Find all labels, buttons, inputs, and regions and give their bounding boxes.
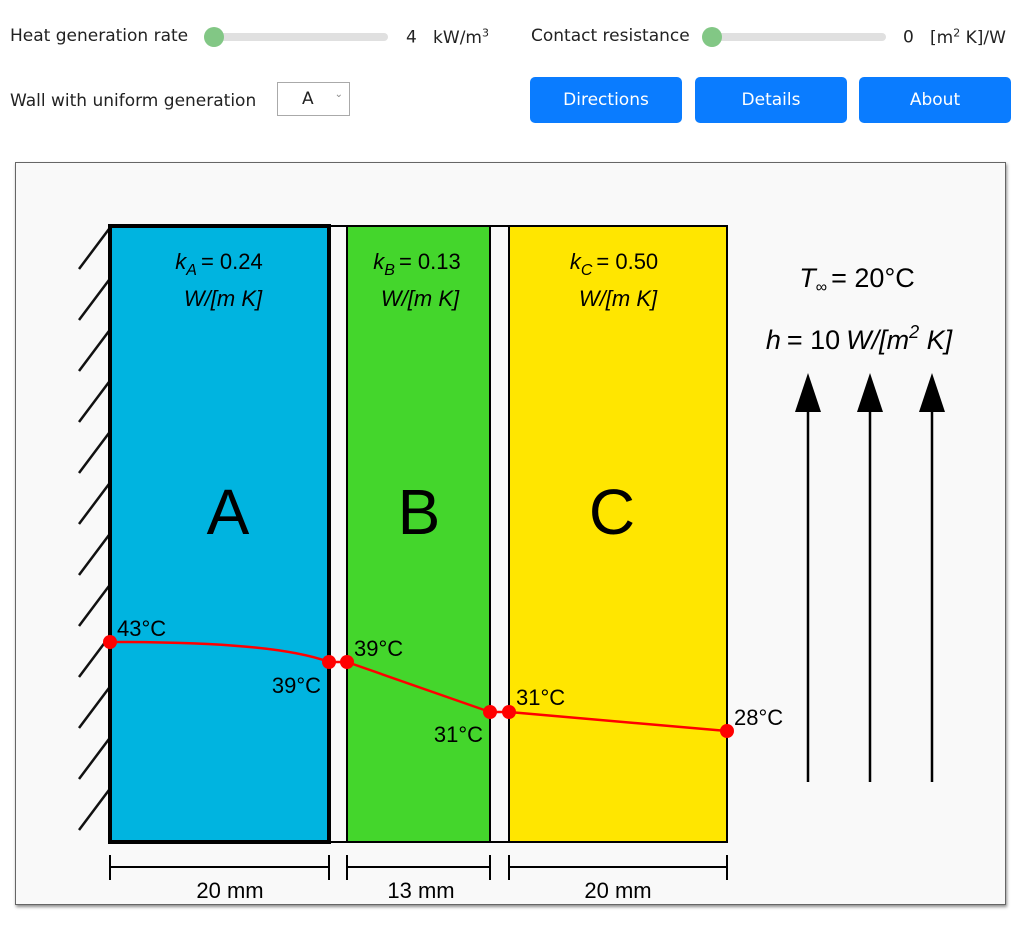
directions-button[interactable]: Directions (530, 77, 682, 123)
temp-label-c-right: 28°C (734, 705, 783, 730)
hatch-mark (78, 738, 110, 780)
contact-resistance-slider[interactable] (702, 27, 886, 47)
hatch-mark (78, 483, 110, 525)
heat-generation-unit: kW/m3 (433, 26, 489, 48)
temp-point-c-left (502, 705, 516, 719)
contact-resistance-value: 0 [m2 K]/W (903, 26, 1006, 48)
wall-b-letter: B (398, 476, 441, 548)
contact-resistance-label: Contact resistance (531, 26, 690, 46)
contact-resistance-slider-thumb[interactable] (702, 27, 722, 47)
heat-generation-value: 4 kW/m3 (406, 26, 489, 48)
unit-sup: 3 (482, 26, 489, 39)
hatch-mark (78, 687, 110, 729)
temp-point-c-right (720, 724, 734, 738)
hatch-mark (78, 534, 110, 576)
dimension-lines (109, 855, 728, 880)
wall-diagram: kA = 0.24 W/[m K] kB = 0.13 W/[m K] kC = 0.… (78, 224, 954, 903)
hatch-mark (78, 789, 110, 831)
contact-resistance-unit: [m2 K]/W (930, 26, 1006, 48)
hatch-mark (78, 228, 110, 270)
details-button[interactable]: Details (695, 77, 847, 123)
thickness-b: 13 mm (387, 878, 454, 903)
wall-a-letter: A (207, 476, 250, 548)
arrow-up-icon (919, 373, 945, 412)
temp-point-b-right (483, 705, 497, 719)
unit-post: K]/W (960, 27, 1006, 48)
k-c-unit: W/[m K] (579, 286, 658, 311)
temp-point-a-right (322, 655, 336, 669)
h-label: h = 10 W/[m2 K] (766, 322, 954, 355)
arrow-up-icon (857, 373, 883, 412)
k-a-unit: W/[m K] (184, 286, 263, 311)
diagram-canvas: kA = 0.24 W/[m K] kB = 0.13 W/[m K] kC = 0.… (15, 162, 1006, 905)
arrow-up-icon (795, 373, 821, 412)
hatch-mark (78, 381, 110, 423)
k-b-unit: W/[m K] (381, 286, 460, 311)
temp-label-b-right: 31°C (434, 722, 483, 747)
wall-select-value: A (302, 89, 314, 109)
wall-select-label: Wall with uniform generation (10, 91, 257, 111)
unit-pre: [m (930, 27, 954, 48)
insulated-boundary-hatch (78, 228, 110, 831)
contact-resistance-number: 0 (903, 27, 914, 48)
temp-label-c-left: 31°C (516, 685, 565, 710)
convection-arrows (795, 373, 945, 782)
t-infinity-label: T∞ = 20°C (799, 263, 915, 296)
heat-generation-label: Heat generation rate (10, 26, 189, 46)
temp-point-a-left (103, 635, 117, 649)
heat-generation-slider-thumb[interactable] (204, 27, 224, 47)
hatch-mark (78, 585, 110, 627)
temp-point-b-left (340, 655, 354, 669)
unit-base: kW/m (433, 27, 482, 48)
thickness-a: 20 mm (196, 878, 263, 903)
wall-c-letter: C (589, 476, 635, 548)
about-button[interactable]: About (859, 77, 1011, 123)
hatch-mark (78, 330, 110, 372)
wall-select[interactable]: A ⌄ (277, 82, 350, 116)
hatch-mark (78, 432, 110, 474)
hatch-mark (78, 279, 110, 321)
temp-label-a-left: 43°C (117, 616, 166, 641)
heat-generation-slider[interactable] (204, 27, 388, 47)
chevron-down-icon: ⌄ (334, 89, 343, 100)
thickness-c: 20 mm (584, 878, 651, 903)
temp-label-a-right: 39°C (272, 673, 321, 698)
temp-label-b-left: 39°C (354, 636, 403, 661)
heat-generation-number: 4 (406, 27, 417, 48)
